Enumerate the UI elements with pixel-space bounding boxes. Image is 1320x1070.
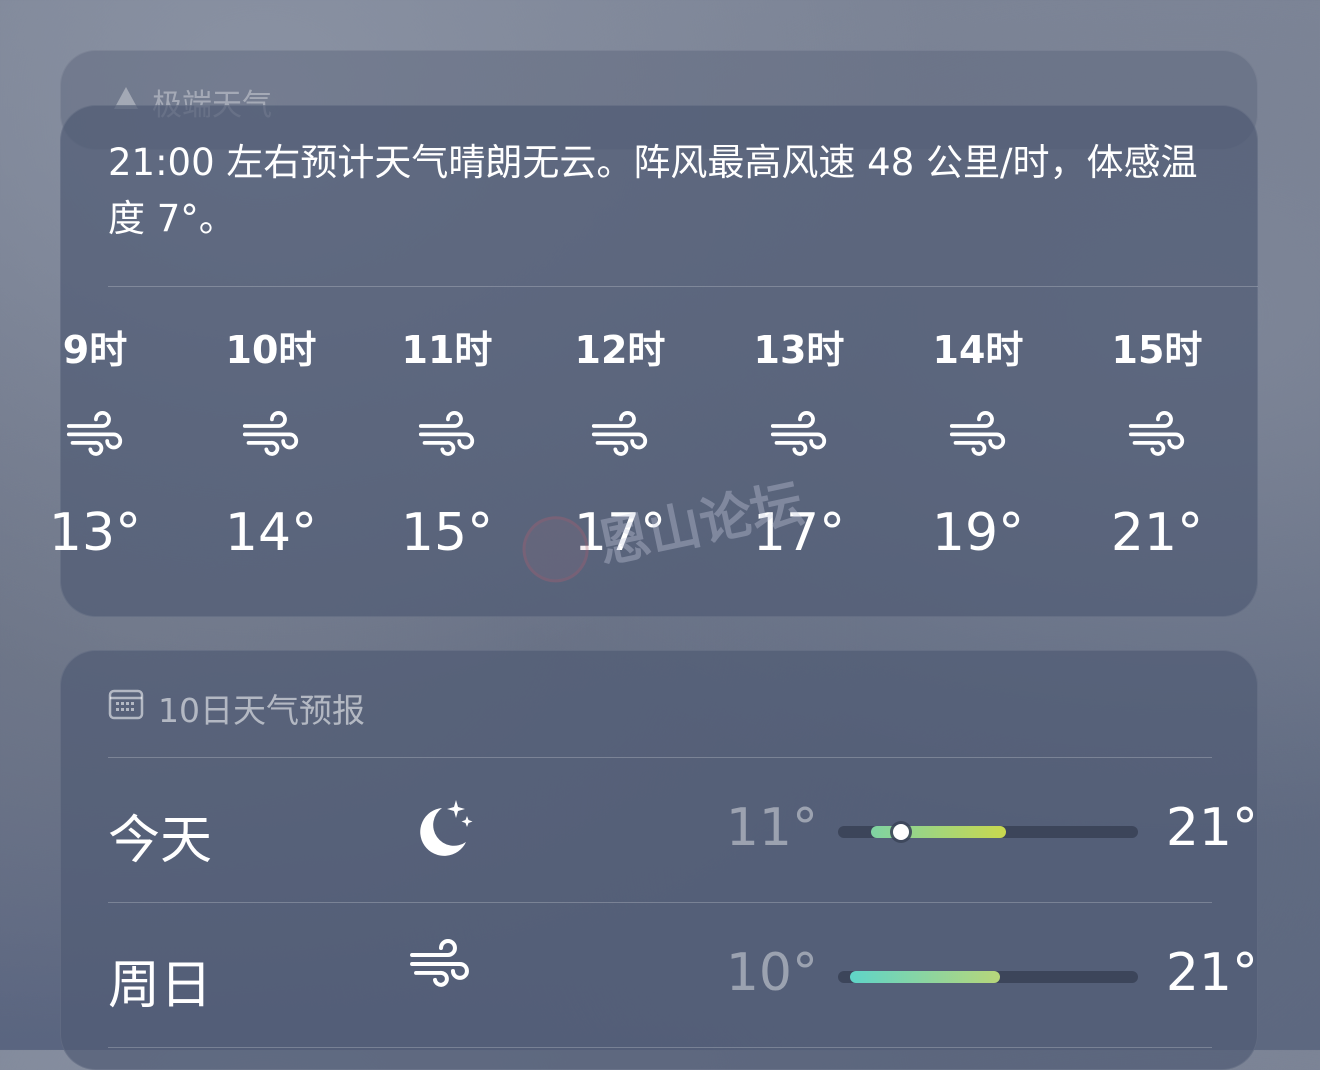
hour-temp: 15°	[400, 503, 494, 563]
hour-time: 12时	[574, 328, 666, 372]
ten-day-forecast-card[interactable]: 10日天气预报 今天 11° 21° 周日 10° 21°	[60, 650, 1258, 1070]
hour-temp: 19°	[931, 503, 1025, 563]
temp-range-bar	[838, 824, 1138, 840]
moon-stars-icon	[408, 794, 488, 866]
temp-range-fill	[871, 826, 1006, 838]
wind-icon	[201, 411, 341, 467]
hour-column: 10时 14°	[201, 325, 341, 563]
hour-time: 13时	[753, 328, 845, 372]
hour-column: 9时 13°	[25, 325, 165, 563]
hour-temp: 21°	[1110, 503, 1204, 563]
wind-icon	[550, 411, 690, 467]
hour-time: 15时	[1111, 328, 1203, 372]
hour-column: 14时 19°	[908, 325, 1048, 563]
hour-temp: 13°	[48, 503, 142, 563]
ten-day-title: 10日天气预报	[158, 691, 365, 730]
day-row[interactable]: 周日 10° 21°	[108, 903, 1258, 1047]
wind-icon	[377, 411, 517, 467]
calendar-icon	[108, 688, 144, 728]
day-high-temp: 21°	[1165, 798, 1258, 858]
ten-day-header: 10日天气预报	[108, 684, 365, 732]
hour-column: 15时 21°	[1087, 325, 1227, 563]
wind-icon	[408, 939, 488, 1011]
row-divider	[108, 1047, 1212, 1048]
day-low-temp: 10°	[725, 943, 818, 1003]
hour-time: 9时	[62, 328, 128, 372]
wind-icon	[1087, 411, 1227, 467]
day-high-temp: 21°	[1165, 943, 1258, 1003]
temp-range-bar	[838, 971, 1138, 983]
hour-time: 10时	[225, 328, 317, 372]
hour-time: 14时	[932, 328, 1024, 372]
temp-range-fill	[850, 971, 1000, 983]
hour-column: 11时 15°	[377, 325, 517, 563]
weather-summary: 21:00 左右预计天气晴朗无云。阵风最高风速 48 公里/时，体感温度 7°。	[108, 141, 1198, 240]
day-name: 今天	[108, 811, 213, 871]
hour-time: 11时	[401, 328, 493, 372]
wind-icon	[908, 411, 1048, 467]
hourly-divider	[108, 286, 1258, 287]
current-temp-dot	[893, 824, 909, 840]
watermark-logo-icon	[516, 510, 595, 589]
day-name: 周日	[108, 956, 213, 1016]
day-row[interactable]: 今天 11° 21°	[108, 758, 1258, 902]
day-low-temp: 11°	[725, 798, 818, 858]
wind-icon	[25, 411, 165, 467]
hour-temp: 14°	[224, 503, 318, 563]
